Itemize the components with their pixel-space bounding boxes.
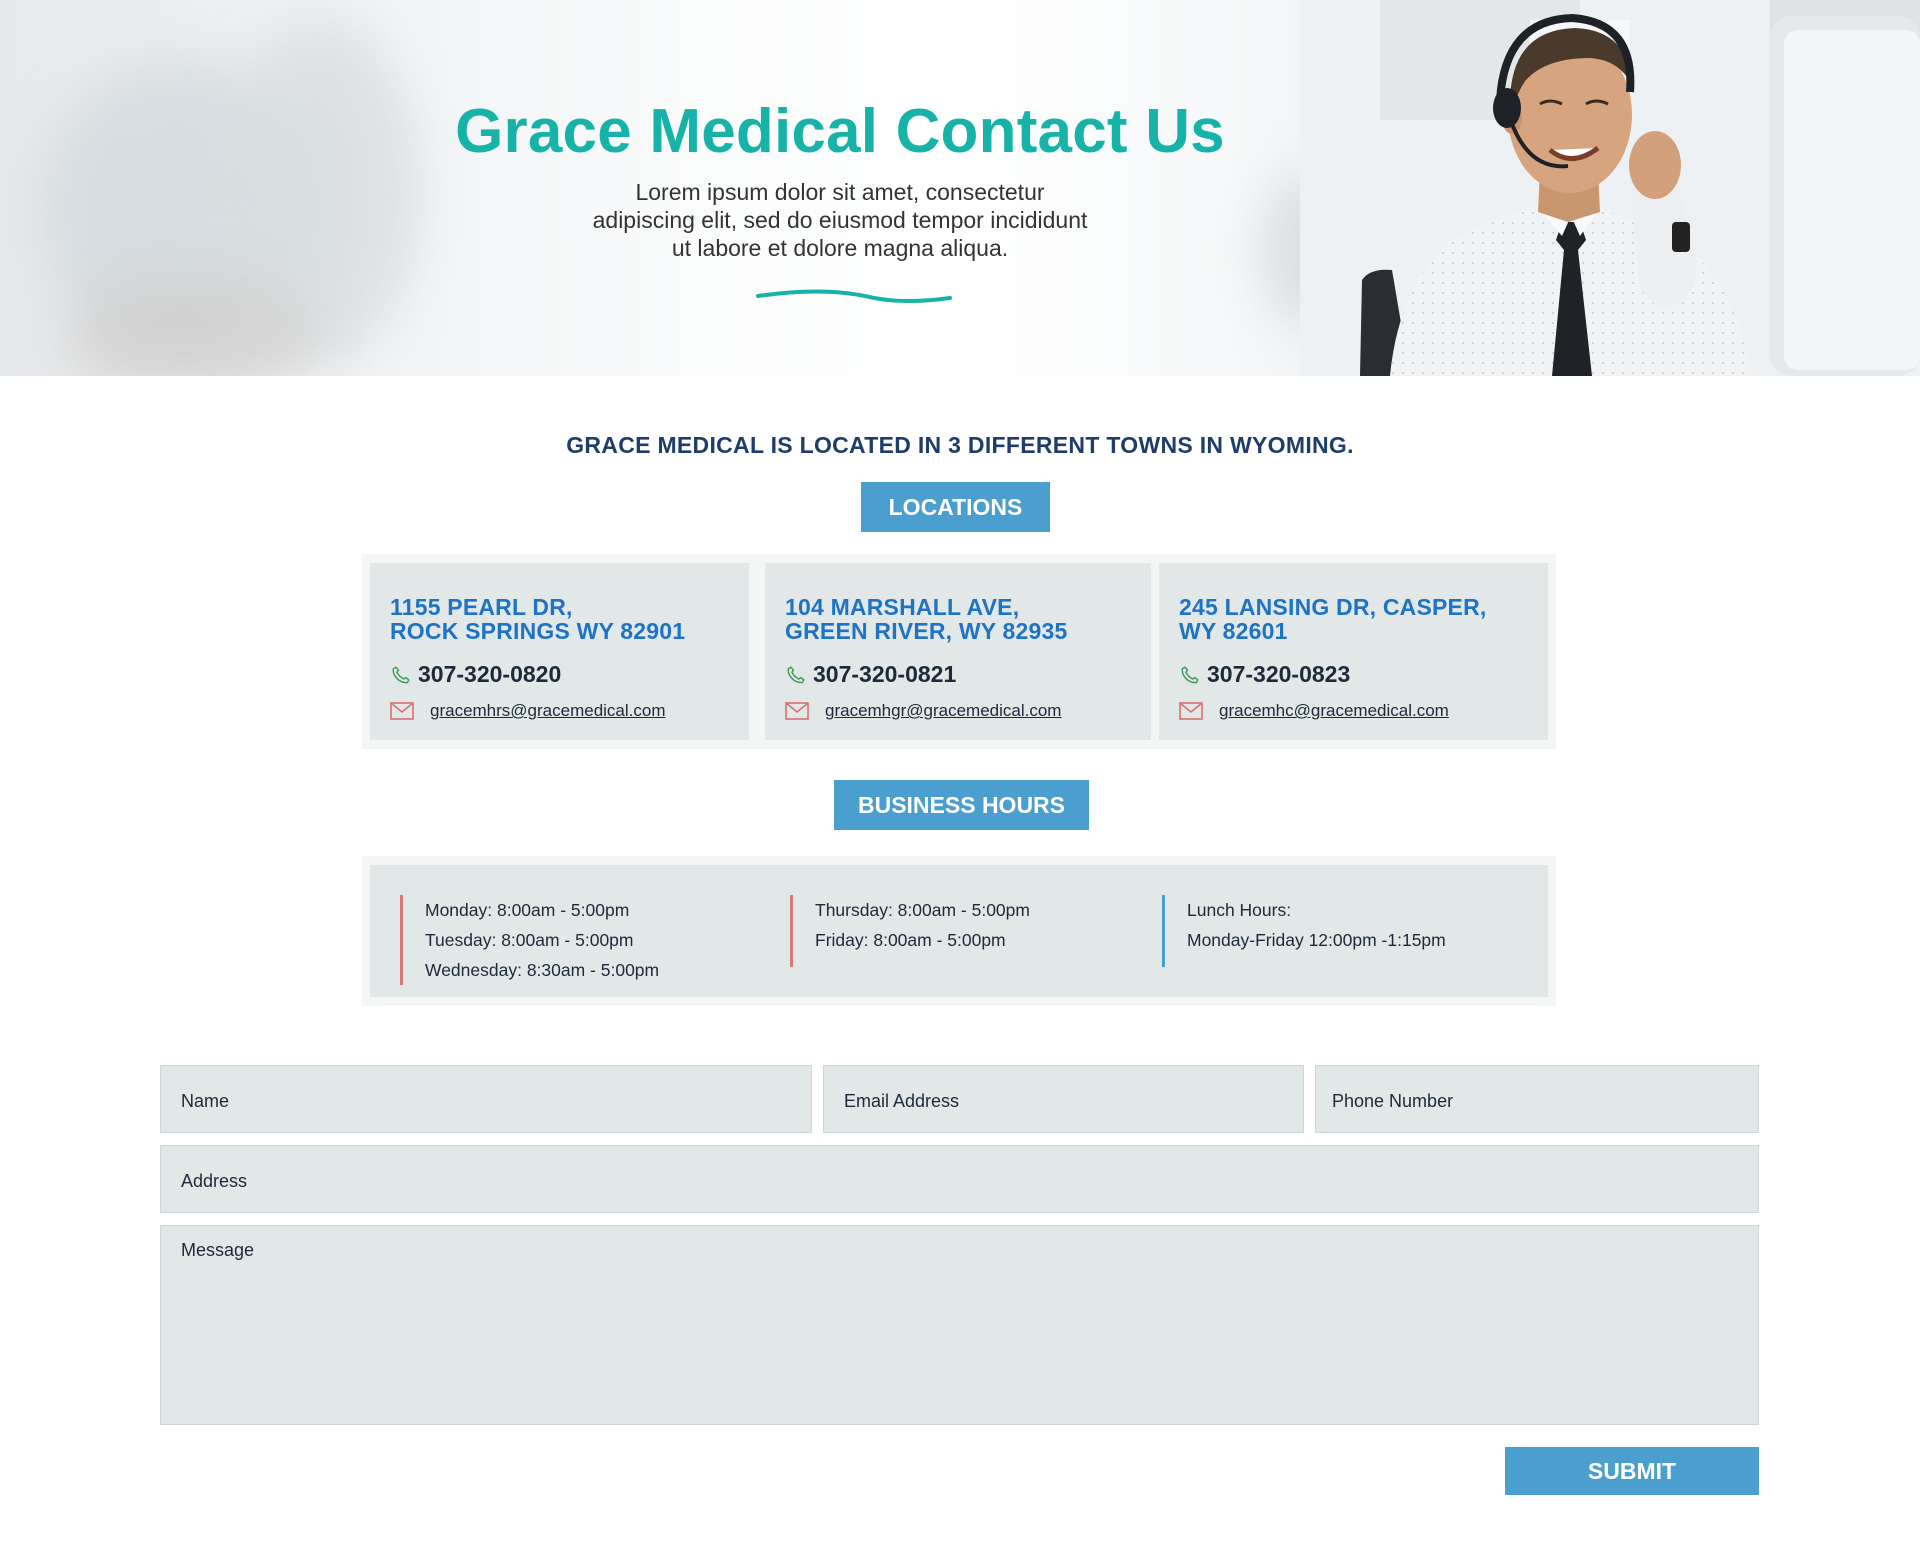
locations-intro-heading: GRACE MEDICAL IS LOCATED IN 3 DIFFERENT …: [566, 432, 1354, 458]
hero-subtitle-line: ut labore et dolore magna aliqua.: [671, 235, 1009, 261]
address-field[interactable]: Address: [160, 1145, 1759, 1213]
hours-line: Monday-Friday 12:00pm -1:15pm: [1187, 930, 1446, 950]
mail-icon: [390, 702, 414, 720]
email-placeholder: Email Address: [844, 1091, 960, 1111]
location-email-link[interactable]: gracemhrs@gracemedical.com: [430, 701, 666, 721]
location-card: 104 MARSHALL AVE, GREEN RIVER, WY 82935 …: [765, 563, 1151, 740]
hours-line: Monday: 8:00am - 5:00pm: [425, 900, 630, 920]
message-placeholder: Message: [181, 1240, 255, 1260]
address-placeholder: Address: [181, 1171, 248, 1191]
phone-row: 307-320-0821: [785, 661, 956, 688]
hours-line: Lunch Hours:: [1187, 900, 1292, 920]
location-card: 1155 PEARL DR, ROCK SPRINGS WY 82901 307…: [370, 563, 749, 740]
location-phone[interactable]: 307-320-0821: [813, 661, 956, 688]
address-line: 1155 PEARL DR,: [390, 594, 573, 620]
location-email-link[interactable]: gracemhc@gracemedical.com: [1219, 701, 1449, 721]
hours-line: Thursday: 8:00am - 5:00pm: [815, 900, 1030, 920]
location-address: 245 LANSING DR, CASPER, WY 82601: [1179, 595, 1487, 643]
location-card: 245 LANSING DR, CASPER, WY 82601 307-320…: [1159, 563, 1548, 740]
hours-column-mon-wed: Monday: 8:00am - 5:00pm Tuesday: 8:00am …: [400, 895, 659, 985]
address-line: WY 82601: [1179, 618, 1288, 644]
locations-heading: LOCATIONS: [861, 482, 1050, 532]
mail-icon: [1179, 702, 1203, 720]
email-row: gracemhgr@gracemedical.com: [785, 701, 1061, 721]
phone-field[interactable]: Phone Number: [1315, 1065, 1759, 1133]
hours-line: Friday: 8:00am - 5:00pm: [815, 930, 1006, 950]
swoosh-divider: [756, 289, 952, 303]
phone-icon: [787, 665, 805, 683]
hero-subtitle-line: adipiscing elit, sed do eiusmod tempor i…: [592, 207, 1088, 233]
phone-icon: [392, 665, 410, 683]
phone-placeholder: Phone Number: [1332, 1091, 1454, 1111]
submit-button[interactable]: SUBMIT: [1505, 1447, 1759, 1495]
address-line: 104 MARSHALL AVE,: [785, 594, 1020, 620]
address-line: GREEN RIVER, WY 82935: [785, 618, 1068, 644]
phone-row: 307-320-0823: [1179, 661, 1350, 688]
location-email-link[interactable]: gracemhgr@gracemedical.com: [825, 701, 1061, 721]
business-hours-card: Monday: 8:00am - 5:00pm Tuesday: 8:00am …: [370, 865, 1548, 997]
business-hours-heading: BUSINESS HOURS: [834, 780, 1089, 830]
address-line: 245 LANSING DR, CASPER,: [1179, 594, 1487, 620]
message-field[interactable]: Message: [160, 1225, 1759, 1425]
lunch-hours-column: Lunch Hours: Monday-Friday 12:00pm -1:15…: [1162, 895, 1446, 967]
page-title: Grace Medical Contact Us: [455, 97, 1225, 166]
hero-subtitle-line: Lorem ipsum dolor sit amet, consectetur: [635, 179, 1045, 205]
email-field[interactable]: Email Address: [823, 1065, 1304, 1133]
name-field[interactable]: Name: [160, 1065, 812, 1133]
hero-subtitle: Lorem ipsum dolor sit amet, consectetur …: [570, 178, 1110, 262]
phone-row: 307-320-0820: [390, 661, 561, 688]
locations-panel: 1155 PEARL DR, ROCK SPRINGS WY 82901 307…: [362, 554, 1556, 749]
name-placeholder: Name: [181, 1091, 230, 1111]
location-phone[interactable]: 307-320-0823: [1207, 661, 1350, 688]
email-row: gracemhrs@gracemedical.com: [390, 701, 666, 721]
email-row: gracemhc@gracemedical.com: [1179, 701, 1449, 721]
hours-line: Wednesday: 8:30am - 5:00pm: [425, 960, 660, 980]
address-line: ROCK SPRINGS WY 82901: [390, 618, 686, 644]
hero-banner: Grace Medical Contact Us Lorem ipsum dol…: [0, 0, 1920, 376]
location-phone[interactable]: 307-320-0820: [418, 661, 561, 688]
phone-icon: [1181, 665, 1199, 683]
location-address: 104 MARSHALL AVE, GREEN RIVER, WY 82935: [785, 595, 1067, 643]
location-address: 1155 PEARL DR, ROCK SPRINGS WY 82901: [390, 595, 685, 643]
support-agent-photo: [1300, 0, 1920, 376]
hours-column-thu-fri: Thursday: 8:00am - 5:00pm Friday: 8:00am…: [790, 895, 1030, 967]
hours-line: Tuesday: 8:00am - 5:00pm: [425, 930, 634, 950]
business-hours-panel: Monday: 8:00am - 5:00pm Tuesday: 8:00am …: [362, 856, 1556, 1006]
mail-icon: [785, 702, 809, 720]
